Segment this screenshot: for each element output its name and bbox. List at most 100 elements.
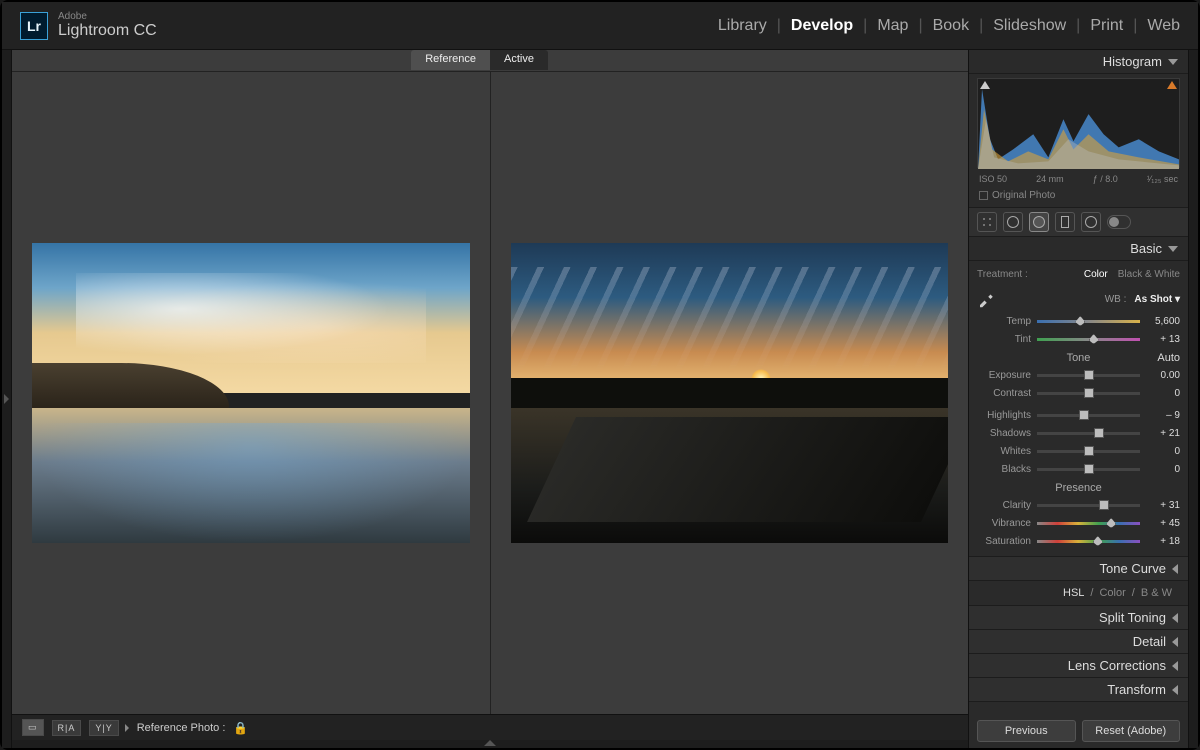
slider-thumb[interactable]: [1106, 518, 1116, 528]
center-area: Reference Active ▭ R|A Y|Y: [12, 50, 968, 748]
graduated-tool[interactable]: [1055, 212, 1075, 232]
view-mode-loupe-button[interactable]: ▭: [22, 719, 44, 736]
radial-tool[interactable]: [1081, 212, 1101, 232]
wb-value[interactable]: As Shot ▾: [1134, 294, 1180, 305]
basic-panel: Treatment : Color Black & White WB : As …: [969, 261, 1188, 557]
filmstrip-collapsed[interactable]: [12, 740, 968, 748]
auto-tone-button[interactable]: Auto: [1157, 352, 1180, 364]
crop-tool[interactable]: [977, 212, 997, 232]
slider-shadows[interactable]: Shadows+ 21: [977, 424, 1180, 442]
slider-thumb[interactable]: [1084, 464, 1094, 474]
module-slideshow[interactable]: Slideshow: [993, 17, 1066, 35]
slider-value[interactable]: – 9: [1146, 410, 1180, 421]
module-book[interactable]: Book: [933, 17, 969, 35]
module-web[interactable]: Web: [1147, 17, 1180, 35]
slider-track[interactable]: [1037, 536, 1140, 546]
reference-tab[interactable]: Reference: [411, 50, 490, 70]
active-view[interactable]: [491, 72, 969, 714]
slider-tint[interactable]: Tint+ 13: [977, 330, 1180, 348]
logo-block: Lr Adobe Lightroom CC: [20, 11, 157, 40]
slider-thumb[interactable]: [1099, 500, 1109, 510]
slider-thumb[interactable]: [1094, 428, 1104, 438]
histogram-header[interactable]: Histogram: [969, 50, 1188, 74]
slider-whites[interactable]: Whites0: [977, 442, 1180, 460]
slider-value[interactable]: 0: [1146, 388, 1180, 399]
reset-button[interactable]: Reset (Adobe): [1082, 720, 1181, 742]
slider-thumb[interactable]: [1084, 446, 1094, 456]
module-develop[interactable]: Develop: [791, 17, 853, 35]
slider-track[interactable]: [1037, 428, 1140, 438]
slider-clarity[interactable]: Clarity+ 31: [977, 496, 1180, 514]
slider-value[interactable]: 0.00: [1146, 370, 1180, 381]
slider-vibrance[interactable]: Vibrance+ 45: [977, 514, 1180, 532]
slider-thumb[interactable]: [1089, 334, 1099, 344]
presence-subheader: Presence: [977, 482, 1180, 494]
eyedropper-icon[interactable]: [977, 290, 995, 308]
slider-saturation[interactable]: Saturation+ 18: [977, 532, 1180, 550]
module-print[interactable]: Print: [1090, 17, 1123, 35]
slider-thumb[interactable]: [1084, 388, 1094, 398]
basic-header[interactable]: Basic: [969, 237, 1188, 261]
slider-track[interactable]: [1037, 334, 1140, 344]
slider-contrast[interactable]: Contrast 0: [977, 384, 1180, 402]
slider-value[interactable]: + 45: [1146, 518, 1180, 529]
slider-thumb[interactable]: [1075, 316, 1085, 326]
lightroom-logo-icon: Lr: [20, 12, 48, 40]
chevron-left-icon: [1172, 661, 1178, 671]
original-photo-toggle[interactable]: Original Photo: [969, 188, 1188, 207]
slider-blacks[interactable]: Blacks0: [977, 460, 1180, 478]
lens-header[interactable]: Lens Corrections: [969, 654, 1188, 678]
slider-track[interactable]: [1037, 446, 1140, 456]
lens-title: Lens Corrections: [1068, 658, 1166, 673]
redeye-tool[interactable]: [1029, 212, 1049, 232]
treatment-row: Treatment : Color Black & White: [977, 267, 1180, 286]
slider-track[interactable]: [1037, 410, 1140, 420]
original-photo-label: Original Photo: [992, 190, 1055, 201]
lock-icon[interactable]: 🔒: [233, 721, 248, 735]
reference-view-tabs: Reference Active: [12, 50, 968, 72]
hsl-header[interactable]: HSL / Color / B & W: [969, 581, 1188, 606]
toolbar: ▭ R|A Y|Y Reference Photo : 🔒: [12, 714, 968, 740]
tonecurve-header[interactable]: Tone Curve: [969, 557, 1188, 581]
slider-highlights[interactable]: Highlights– 9: [977, 406, 1180, 424]
panel-switch[interactable]: [1107, 215, 1131, 229]
right-scrollbar[interactable]: [1188, 50, 1198, 748]
slider-track[interactable]: [1037, 500, 1140, 510]
slider-value[interactable]: 0: [1146, 446, 1180, 457]
slider-value[interactable]: + 18: [1146, 536, 1180, 547]
splittoning-header[interactable]: Split Toning: [969, 606, 1188, 630]
active-tab[interactable]: Active: [490, 50, 548, 70]
slider-thumb[interactable]: [1084, 370, 1094, 380]
slider-value[interactable]: 5,600: [1146, 316, 1180, 327]
slider-value[interactable]: + 21: [1146, 428, 1180, 439]
slider-track[interactable]: [1037, 518, 1140, 528]
slider-value[interactable]: + 31: [1146, 500, 1180, 511]
slider-value[interactable]: 0: [1146, 464, 1180, 475]
detail-header[interactable]: Detail: [969, 630, 1188, 654]
slider-track[interactable]: [1037, 370, 1140, 380]
slider-track[interactable]: [1037, 464, 1140, 474]
slider-exposure[interactable]: Exposure 0.00: [977, 366, 1180, 384]
previous-button[interactable]: Previous: [977, 720, 1076, 742]
slider-track[interactable]: [1037, 388, 1140, 398]
reference-view[interactable]: [12, 72, 491, 714]
slider-thumb[interactable]: [1093, 536, 1103, 546]
treatment-bw[interactable]: Black & White: [1118, 269, 1180, 280]
slider-value[interactable]: + 13: [1146, 334, 1180, 345]
transform-header[interactable]: Transform: [969, 678, 1188, 702]
slider-label: Exposure: [977, 370, 1031, 381]
slider-thumb[interactable]: [1079, 410, 1089, 420]
slider-track[interactable]: [1037, 316, 1140, 326]
treatment-color[interactable]: Color: [1084, 269, 1108, 280]
module-map[interactable]: Map: [877, 17, 908, 35]
left-panel-collapsed[interactable]: [2, 50, 12, 748]
histogram[interactable]: [977, 78, 1180, 168]
active-photo: [511, 243, 949, 543]
spot-tool[interactable]: [1003, 212, 1023, 232]
slider-temp[interactable]: Temp5,600: [977, 312, 1180, 330]
view-mode-yy-button[interactable]: Y|Y: [89, 720, 118, 736]
module-library[interactable]: Library: [718, 17, 767, 35]
slider-label: Contrast: [977, 388, 1031, 399]
view-mode-menu-icon[interactable]: [125, 724, 129, 732]
view-mode-ra-button[interactable]: R|A: [52, 720, 82, 736]
